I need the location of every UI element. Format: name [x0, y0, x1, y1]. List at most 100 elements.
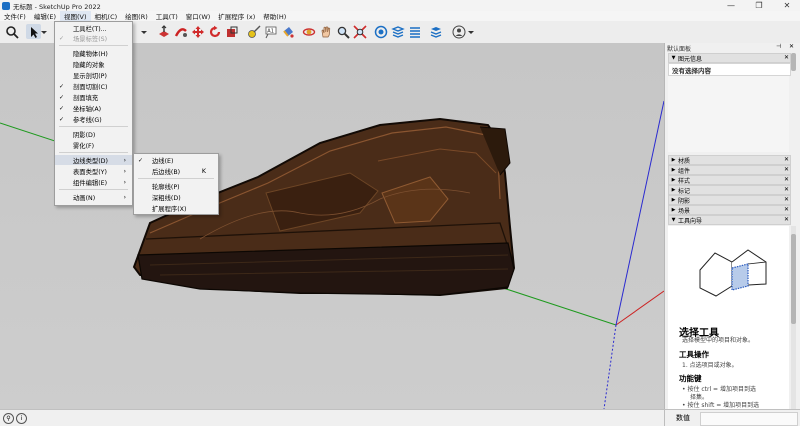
- close-icon[interactable]: ✕: [784, 186, 789, 193]
- red-axis: [615, 290, 664, 326]
- layout-send-icon[interactable]: [407, 24, 422, 39]
- materials-header[interactable]: ▶ 材质 ✕: [668, 155, 791, 165]
- menu-item-edge-style[interactable]: 边线类型(D) ›: [55, 155, 132, 165]
- geo-location-icon[interactable]: ⚲: [3, 413, 14, 424]
- tool-description: 选择模型中的项目和对象。: [682, 337, 755, 344]
- extension-manager-icon[interactable]: [428, 24, 443, 39]
- close-icon[interactable]: ✕: [784, 176, 789, 183]
- close-icon[interactable]: ✕: [784, 54, 789, 61]
- tray-close-icon[interactable]: ✕: [789, 43, 794, 50]
- scale-icon[interactable]: [224, 24, 239, 39]
- tape-measure-icon[interactable]: [246, 24, 261, 39]
- entity-info-header[interactable]: ▼ 图元信息 ✕: [668, 53, 791, 63]
- user-account-icon[interactable]: [451, 24, 466, 39]
- menu-item-section-fill[interactable]: ✓ 剖面填充: [55, 92, 132, 102]
- menu-camera[interactable]: 相机(C): [91, 11, 122, 21]
- text-tool-icon[interactable]: A1: [263, 24, 278, 39]
- instructor-header[interactable]: ▼ 工具向导 ✕: [668, 215, 791, 225]
- maximize-button[interactable]: ❐: [746, 0, 772, 11]
- select-dropdown-icon[interactable]: [40, 24, 48, 39]
- measurements-label: 数值: [676, 414, 690, 422]
- info-icon[interactable]: i: [16, 413, 27, 424]
- menu-item-guides[interactable]: ✓ 参考线(G): [55, 114, 132, 124]
- submenu-item-back-edges[interactable]: 后边线(B) K: [134, 166, 218, 176]
- status-divider: [664, 410, 665, 426]
- modifier-key-2: • 按住 shift = 增加项目到选: [682, 402, 760, 409]
- scenes-header[interactable]: ▶ 场景 ✕: [668, 205, 791, 215]
- minimize-button[interactable]: —: [718, 0, 744, 11]
- close-icon[interactable]: ✕: [784, 196, 789, 203]
- menu-item-fog[interactable]: 雾化(F): [55, 140, 132, 150]
- submenu-arrow-icon: ›: [123, 178, 126, 186]
- measurements-input[interactable]: [700, 412, 798, 426]
- move-icon[interactable]: [190, 24, 205, 39]
- check-icon: ✓: [59, 104, 65, 112]
- select-arrow-icon[interactable]: [26, 24, 41, 39]
- menu-item-face-style[interactable]: 表面类型(Y) ›: [55, 166, 132, 176]
- zoom-extents-icon[interactable]: [352, 24, 367, 39]
- edge-style-submenu: ✓ 边线(E) 后边线(B) K 轮廓线(P) 深粗线(D) 扩展程序(X): [133, 153, 219, 215]
- instructor-scrollbar[interactable]: [791, 226, 796, 409]
- pin-icon[interactable]: ⊣: [776, 43, 781, 50]
- menu-tools[interactable]: 工具(T): [152, 11, 182, 21]
- shadows-header[interactable]: ▶ 阴影 ✕: [668, 195, 791, 205]
- menu-window[interactable]: 窗口(W): [182, 11, 215, 21]
- toolset-dropdown-icon[interactable]: [140, 24, 148, 39]
- close-icon[interactable]: ✕: [784, 206, 789, 213]
- styles-header[interactable]: ▶ 样式 ✕: [668, 175, 791, 185]
- follow-me-icon[interactable]: [173, 24, 188, 39]
- submenu-arrow-icon: ›: [123, 193, 126, 201]
- submenu-item-extension[interactable]: 扩展程序(X): [134, 203, 218, 213]
- account-dropdown-icon[interactable]: [467, 24, 475, 39]
- check-icon: ✓: [59, 93, 65, 101]
- menu-item-toolbars[interactable]: 工具栏(T)...: [55, 23, 132, 33]
- entity-info-body: 没有选择内容: [668, 63, 791, 76]
- close-button[interactable]: ✕: [774, 0, 800, 11]
- entity-info-text: 没有选择内容: [672, 67, 711, 75]
- rotate-icon[interactable]: [207, 24, 222, 39]
- operations-item: 1. 点选项目或对象。: [682, 362, 738, 369]
- select-tool-illustration: [699, 249, 767, 297]
- menu-item-animation[interactable]: 动画(N) ›: [55, 192, 132, 202]
- paint-bucket-icon[interactable]: [280, 24, 295, 39]
- menu-item-shadows[interactable]: 阴影(D): [55, 129, 132, 139]
- status-bar: ⚲ i 数值: [0, 409, 800, 426]
- search-icon[interactable]: [4, 24, 19, 39]
- menu-view[interactable]: 视图(V): [60, 11, 91, 21]
- menu-item-section-cuts[interactable]: ✓ 剖面切割(C): [55, 81, 132, 91]
- pan-hand-icon[interactable]: [318, 24, 333, 39]
- warehouse-icon[interactable]: [373, 24, 388, 39]
- tray-scrollbar-thumb[interactable]: [791, 53, 796, 71]
- menu-edit[interactable]: 编辑(E): [30, 11, 60, 21]
- menu-item-component-edit[interactable]: 组件编辑(E) ›: [55, 177, 132, 187]
- components-header[interactable]: ▶ 组件 ✕: [668, 165, 791, 175]
- menu-item-axes[interactable]: ✓ 坐标轴(A): [55, 103, 132, 113]
- operations-title: 工具操作: [679, 350, 709, 359]
- close-icon[interactable]: ✕: [784, 166, 789, 173]
- zoom-icon[interactable]: [335, 24, 350, 39]
- push-pull-icon[interactable]: [156, 24, 171, 39]
- menu-item-section-planes[interactable]: 显示剖切(P): [55, 70, 132, 80]
- scrollbar-thumb[interactable]: [791, 234, 796, 324]
- close-icon[interactable]: ✕: [784, 156, 789, 163]
- menu-help[interactable]: 帮助(H): [259, 11, 290, 21]
- submenu-item-depth-cue[interactable]: 深粗线(D): [134, 192, 218, 202]
- close-icon[interactable]: ✕: [784, 216, 789, 223]
- menu-separator: [59, 152, 128, 153]
- expand-arrow-icon: ▶: [671, 157, 676, 163]
- menu-file[interactable]: 文件(F): [0, 11, 30, 21]
- tags-header[interactable]: ▶ 标记 ✕: [668, 185, 791, 195]
- extension-warehouse-icon[interactable]: [390, 24, 405, 39]
- submenu-item-profiles[interactable]: 轮廓线(P): [134, 181, 218, 191]
- menu-item-hidden-objects[interactable]: 隐藏的对象: [55, 59, 132, 69]
- blue-axis: [615, 100, 664, 326]
- menu-item-scene-tabs: ✓ 场景标签(S): [59, 34, 108, 43]
- submenu-item-edges[interactable]: ✓ 边线(E): [134, 155, 218, 165]
- menu-extensions[interactable]: 扩展程序 (x): [214, 11, 259, 21]
- collapse-arrow-icon: ▼: [671, 217, 676, 223]
- menu-item-hidden-geometry[interactable]: 隐藏物体(H): [55, 48, 132, 58]
- orbit-icon[interactable]: [301, 24, 316, 39]
- menu-draw[interactable]: 绘图(R): [121, 11, 152, 21]
- submenu-arrow-icon: ›: [123, 167, 126, 175]
- menu-separator: [59, 189, 128, 190]
